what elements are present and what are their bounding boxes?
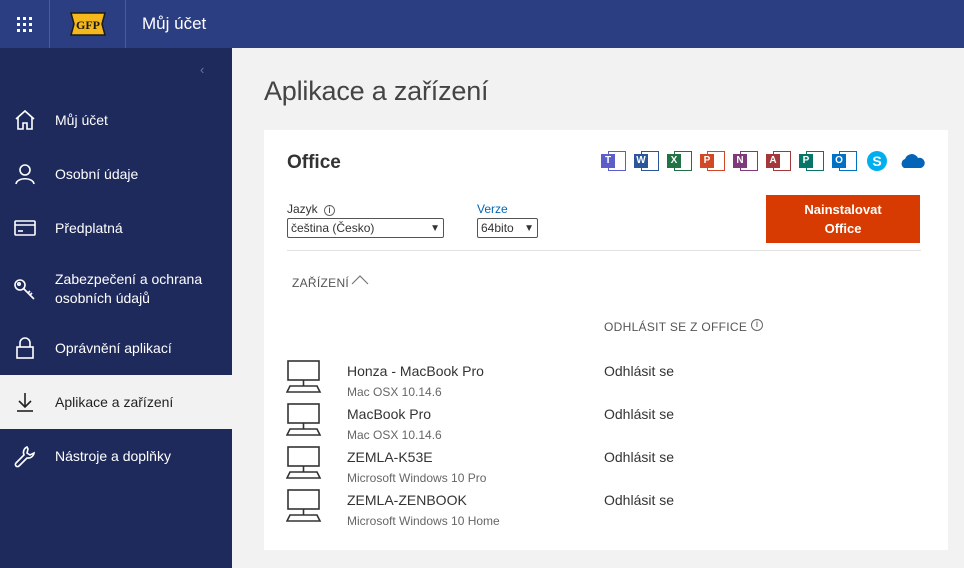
key-icon — [12, 276, 38, 302]
office-title: Office — [287, 152, 341, 173]
signout-link[interactable]: Odhlásit se — [604, 406, 674, 422]
sidebar-item-personal-info[interactable]: Osobní údaje — [0, 147, 232, 201]
install-office-button[interactable]: Nainstalovat Office — [766, 195, 920, 243]
signout-header: ODHLÁSIT SE Z OFFICE — [604, 320, 748, 334]
person-icon — [12, 161, 38, 187]
gfp-logo-icon: GFP — [69, 12, 106, 36]
device-name: Honza - MacBook Pro — [347, 363, 484, 379]
sidebar-item-app-permissions[interactable]: Oprávnění aplikací — [0, 321, 232, 375]
language-select[interactable]: čeština (Česko) ▼ — [287, 218, 444, 238]
divider — [287, 250, 921, 251]
language-select-value: čeština (Česko) — [291, 221, 375, 235]
sidebar: ‹ Můj účet Osobní údaje Předplatná Zabez… — [0, 48, 232, 568]
version-select[interactable]: 64bito ▼ — [477, 218, 538, 238]
device-row: ZEMLA-K53E Microsoft Windows 10 Pro Odhl… — [286, 446, 906, 489]
sidebar-item-apps-devices[interactable]: Aplikace a zařízení — [0, 375, 232, 429]
device-row: MacBook Pro Mac OSX 10.14.6 Odhlásit se — [286, 403, 906, 446]
sidebar-item-subscriptions[interactable]: Předplatná — [0, 201, 232, 255]
info-icon[interactable]: i — [324, 205, 336, 216]
sidebar-item-label: Osobní údaje — [55, 165, 139, 182]
account-title: Můj účet — [142, 14, 207, 33]
chevron-up-icon — [351, 275, 369, 285]
word-icon: W — [634, 149, 659, 173]
language-label: Jazyk — [287, 202, 318, 216]
devices-toggle[interactable]: ZAŘÍZENÍ — [292, 275, 369, 290]
device-name: ZEMLA-ZENBOOK — [347, 492, 467, 508]
onedrive-icon — [898, 149, 926, 173]
onenote-icon: N — [733, 149, 758, 173]
access-icon: A — [766, 149, 791, 173]
computer-icon — [286, 446, 322, 479]
signout-link[interactable]: Odhlásit se — [604, 449, 674, 465]
signout-link[interactable]: Odhlásit se — [604, 363, 674, 379]
device-row: Honza - MacBook Pro Mac OSX 10.14.6 Odhl… — [286, 360, 906, 403]
device-os: Microsoft Windows 10 Home — [347, 514, 500, 528]
svg-text:GFP: GFP — [76, 18, 100, 32]
device-name: ZEMLA-K53E — [347, 449, 433, 465]
sidebar-item-label: Nástroje a doplňky — [55, 447, 171, 464]
chevron-down-icon: ▼ — [524, 222, 534, 234]
version-select-value: 64bito — [481, 221, 514, 235]
teams-icon: T — [601, 149, 626, 173]
sidebar-item-label: Aplikace a zařízení — [55, 393, 174, 410]
device-os: Mac OSX 10.14.6 — [347, 385, 442, 399]
chevron-down-icon: ▼ — [430, 222, 440, 234]
sidebar-item-tools-addons[interactable]: Nástroje a doplňky — [0, 429, 232, 483]
computer-icon — [286, 403, 322, 436]
lock-icon — [12, 335, 38, 361]
wrench-icon — [12, 443, 38, 469]
sidebar-item-label: Předplatná — [55, 219, 123, 236]
company-logo[interactable]: GFP — [50, 0, 126, 48]
install-button-label: Nainstalovat — [804, 202, 882, 217]
powerpoint-icon: P — [700, 149, 725, 173]
home-icon — [12, 107, 38, 133]
card-icon — [12, 215, 38, 241]
app-launcher-button[interactable] — [0, 0, 50, 48]
info-icon[interactable]: i — [751, 319, 764, 331]
outlook-icon: O — [832, 149, 857, 173]
page-title: Aplikace a zařízení — [264, 76, 489, 106]
publisher-icon: P — [799, 149, 824, 173]
sidebar-item-security-privacy[interactable]: Zabezpečení a ochrana osobních údajů — [0, 262, 232, 316]
install-button-label-line2: Office — [824, 221, 862, 236]
waffle-icon — [17, 16, 32, 32]
devices-header: ZAŘÍZENÍ — [292, 276, 350, 290]
version-label: Verze — [477, 202, 508, 216]
download-icon — [12, 389, 38, 415]
device-name: MacBook Pro — [347, 406, 432, 422]
office-app-icons: T W X P N A P O S — [601, 149, 926, 173]
sidebar-item-label: Můj účet — [55, 111, 108, 128]
sidebar-item-label-line2: osobních údajů — [55, 290, 150, 306]
collapse-sidebar-icon[interactable]: ‹ — [200, 62, 204, 77]
top-bar: GFP Můj účet — [0, 0, 964, 48]
computer-icon — [286, 360, 322, 393]
sidebar-item-my-account[interactable]: Můj účet — [0, 93, 232, 147]
excel-icon: X — [667, 149, 692, 173]
sidebar-item-label: Zabezpečení a ochrana — [55, 271, 203, 287]
sidebar-item-label: Oprávnění aplikací — [55, 339, 172, 356]
device-os: Mac OSX 10.14.6 — [347, 428, 442, 442]
device-row: ZEMLA-ZENBOOK Microsoft Windows 10 Home … — [286, 489, 906, 532]
device-os: Microsoft Windows 10 Pro — [347, 471, 487, 485]
office-card: Office T W X P N A P O S Jazyk i čeština… — [264, 130, 948, 550]
svg-text:S: S — [872, 153, 881, 169]
signout-link[interactable]: Odhlásit se — [604, 492, 674, 508]
computer-icon — [286, 489, 322, 522]
skype-icon: S — [865, 149, 890, 173]
